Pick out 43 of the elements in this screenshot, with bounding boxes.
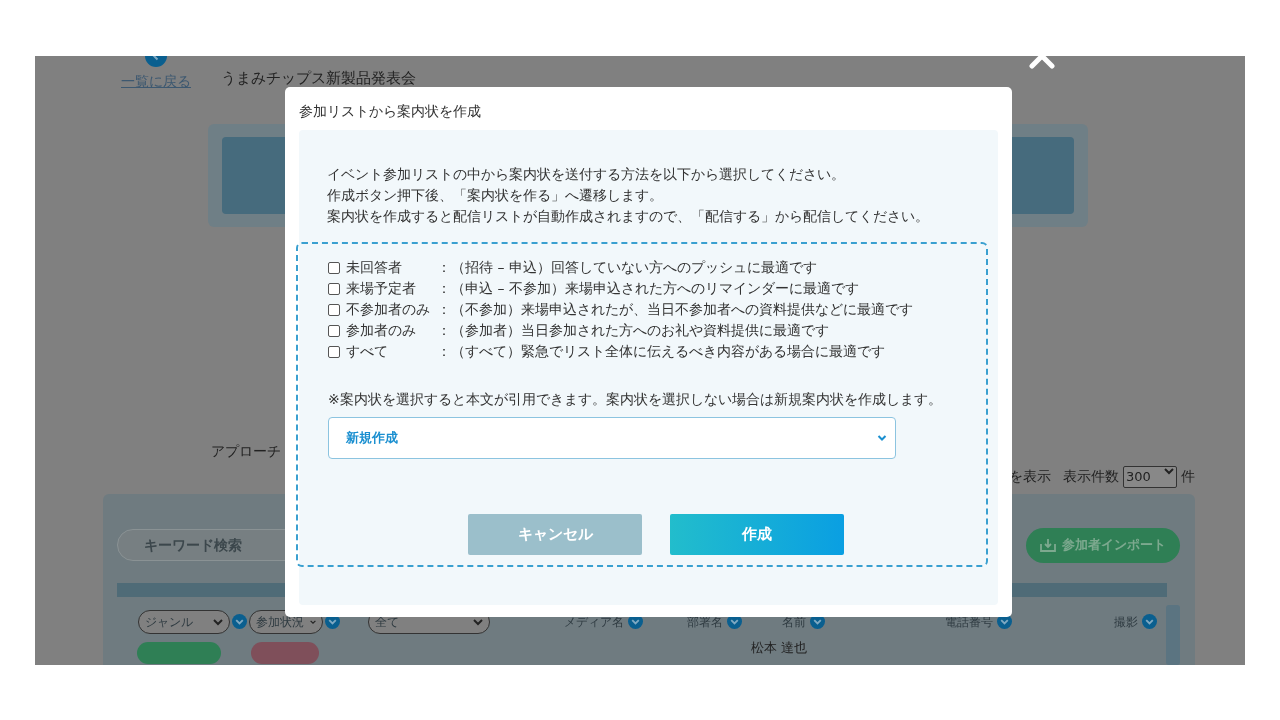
create-button[interactable]: 作成 <box>670 514 844 555</box>
template-select[interactable]: 新規作成 <box>328 417 896 459</box>
instruction-text: 案内状を作成すると配信リストが自動作成されますので、「配信する」から配信してください。 <box>327 207 930 226</box>
option-description: ：（招待 – 申込）回答していない方へのプッシュに最適です <box>437 258 817 277</box>
scrollbar[interactable] <box>1166 605 1180 665</box>
dialog-title: 参加リストから案内状を作成 <box>299 102 482 121</box>
column-header: 名前 <box>782 613 806 631</box>
instruction-text: イベント参加リストの中から案内状を送付する方法を以下から選択してください。 <box>327 165 846 184</box>
checkbox[interactable] <box>328 324 340 337</box>
name-cell-text: 松本 達也 <box>751 638 808 657</box>
section-label: アプローチ <box>211 442 281 461</box>
caret-icon <box>877 434 887 442</box>
chevron-down-icon[interactable] <box>232 614 247 629</box>
checkbox[interactable] <box>328 345 340 358</box>
checkbox[interactable] <box>328 261 340 274</box>
chevron-down-icon[interactable] <box>1142 614 1157 629</box>
checkbox[interactable] <box>328 282 340 295</box>
back-link[interactable]: 一覧に戻る <box>121 71 191 92</box>
cancel-button[interactable]: キャンセル <box>468 514 642 555</box>
filter-select[interactable]: ジャンル <box>138 609 230 634</box>
option-label[interactable]: 不参加者のみ <box>346 299 437 320</box>
option-label[interactable]: 来場予定者 <box>346 278 437 299</box>
caret-icon <box>473 617 483 626</box>
option-description: ：（不参加）来場申込されたが、当日不参加者への資料提供などに最適です <box>437 300 913 319</box>
page-size-label: 表示件数 <box>1063 467 1119 487</box>
option-label[interactable]: 参加者のみ <box>346 320 437 341</box>
download-icon <box>1040 538 1056 552</box>
option-label[interactable]: すべて <box>346 341 437 362</box>
event-title: うまみチップス新製品発表会 <box>221 68 416 89</box>
page-size-select[interactable]: 300 <box>1123 466 1177 488</box>
column-header: 撮影 <box>1114 613 1138 631</box>
option-description: ：（申込 – 不参加）来場申込された方へのリマインダーに最適です <box>437 279 859 298</box>
option-label[interactable]: 未回答者 <box>346 257 437 278</box>
checkbox[interactable] <box>328 303 340 316</box>
option-description: ：（参加者）当日参加された方へのお礼や資料提供に最適です <box>437 321 829 340</box>
caret-icon <box>1164 467 1174 475</box>
page-size-unit: 件 <box>1181 467 1195 487</box>
instruction-text: 作成ボタン押下後、「案内状を作る」へ遷移します。 <box>327 186 664 205</box>
caret-icon <box>213 617 223 626</box>
import-button[interactable]: 参加者インポート <box>1026 527 1180 563</box>
option-description: ：（すべて）緊急でリスト全体に伝えるべき内容がある場合に最適です <box>437 342 885 361</box>
status-pill <box>251 641 319 664</box>
note-text: ※案内状を選択すると本文が引用できます。案内状を選択しない場合は新規案内状を作成します。 <box>328 390 943 409</box>
